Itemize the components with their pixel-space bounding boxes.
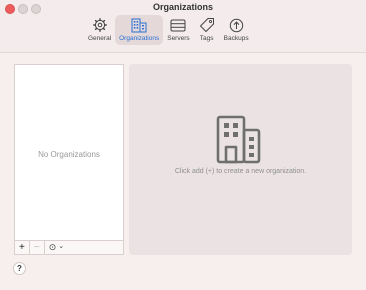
building-icon: [210, 114, 266, 166]
backup-icon: [227, 17, 245, 33]
empty-list-message: No Organizations: [38, 150, 100, 159]
tab-servers[interactable]: Servers: [163, 15, 193, 45]
ellipsis-circle-icon: ⊙: [48, 242, 57, 252]
tab-backups-label: Backups: [223, 35, 249, 42]
help-button[interactable]: ?: [13, 262, 26, 275]
preferences-toolbar: General Organizations Servers Tags Backu…: [84, 15, 253, 49]
list-footer: + − ⊙ ⌄: [14, 240, 124, 255]
preferences-window: Organizations General Organizations Serv…: [0, 0, 366, 290]
tab-general[interactable]: General: [84, 15, 115, 45]
empty-detail-hint: Click add (+) to create a new organizati…: [174, 168, 307, 175]
tab-backups[interactable]: Backups: [220, 15, 253, 45]
tab-organizations-label: Organizations: [119, 35, 160, 42]
tab-general-label: General: [88, 35, 112, 42]
tab-tags[interactable]: Tags: [194, 15, 220, 45]
chevron-down-icon: ⌄: [58, 243, 65, 250]
server-icon: [169, 17, 187, 33]
title-bar: Organizations General Organizations Serv…: [0, 0, 366, 53]
more-actions-menu-button[interactable]: ⊙ ⌄: [45, 241, 68, 254]
organizations-list[interactable]: No Organizations: [14, 64, 124, 255]
tab-tags-label: Tags: [199, 35, 214, 42]
add-organization-button[interactable]: +: [15, 241, 30, 254]
gear-icon: [91, 17, 109, 33]
tab-servers-label: Servers: [167, 35, 190, 42]
remove-organization-button[interactable]: −: [30, 241, 45, 254]
tab-organizations[interactable]: Organizations: [115, 15, 164, 45]
building-icon: [130, 17, 148, 33]
organization-detail-pane: Click add (+) to create a new organizati…: [129, 64, 352, 255]
tag-icon: [198, 17, 216, 33]
window-title: Organizations: [152, 2, 213, 12]
